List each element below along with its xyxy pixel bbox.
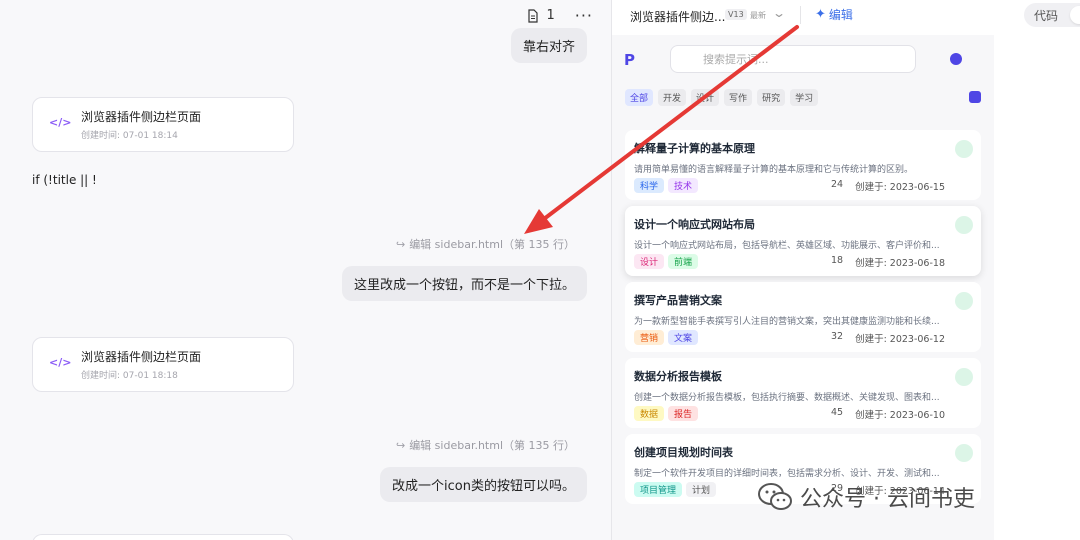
filter-chip[interactable]: 写作 bbox=[724, 89, 753, 106]
prompt-card[interactable]: 撰写产品营销文案 为一款新型智能手表撰写引人注目的营销文案，突出其健康监测功能和… bbox=[625, 282, 981, 352]
chat-panel: 1 ··· 靠右对齐 </> 浏览器插件侧边栏页面 创建时间: 07-01 18… bbox=[0, 0, 612, 540]
tag[interactable]: 前端 bbox=[668, 254, 699, 269]
category-filters: 全部 开发 设计 写作 研究 学习 bbox=[625, 89, 819, 106]
tag[interactable]: 数据 bbox=[634, 406, 665, 421]
prompt-title: 设计一个响应式网站布局 bbox=[634, 218, 755, 231]
document-icon bbox=[528, 8, 539, 23]
prompt-title: 数据分析报告模板 bbox=[634, 370, 722, 383]
favorite-icon[interactable] bbox=[955, 368, 973, 386]
edit-button-label: 编辑 bbox=[828, 8, 853, 22]
preview-content: P 搜索提示词... 全部 开发 设计 写作 研究 学习 解释量子计算的基本原理… bbox=[612, 35, 994, 540]
artifact-title: 浏览器插件侧边栏页面 bbox=[81, 350, 202, 364]
usage-count: 45 bbox=[830, 406, 844, 418]
user-avatar[interactable] bbox=[950, 53, 962, 65]
code-icon: </> bbox=[49, 115, 72, 129]
prompt-title: 撰写产品营销文案 bbox=[634, 294, 722, 307]
artifact-card-partial bbox=[32, 534, 294, 540]
preview-header: 浏览器插件侧边... V13 最新 ⌄ ✦ 编辑 代码 ​ bbox=[612, 0, 1080, 32]
tag[interactable]: 文案 bbox=[668, 330, 699, 345]
preview-margin bbox=[994, 35, 1080, 540]
favorite-icon[interactable] bbox=[955, 140, 973, 158]
edit-reference[interactable]: ↪ 编辑 sidebar.html（第 135 行） bbox=[396, 236, 575, 252]
divider bbox=[800, 6, 801, 24]
edit-reference-label: 编辑 sidebar.html（第 135 行） bbox=[409, 238, 575, 251]
prompt-title: 创建项目规划时间表 bbox=[634, 446, 733, 459]
app-logo: P bbox=[624, 51, 635, 69]
reply-arrow-icon: ↪ bbox=[395, 438, 406, 452]
prompt-title: 解释量子计算的基本原理 bbox=[634, 142, 755, 155]
filter-chip[interactable]: 全部 bbox=[625, 89, 654, 106]
code-tab[interactable]: 代码 bbox=[1034, 7, 1058, 24]
tag[interactable]: 营销 bbox=[634, 330, 665, 345]
preview-tab[interactable]: ​ bbox=[1070, 6, 1080, 24]
prompt-description: 设计一个响应式网站布局，包括导航栏、英雄区域、功能展示、客户评价和... bbox=[634, 241, 940, 251]
prompt-card[interactable]: 数据分析报告模板 创建一个数据分析报告模板，包括执行摘要、数据概述、关键发现、图… bbox=[625, 358, 981, 428]
prompt-card[interactable]: 设计一个响应式网站布局 设计一个响应式网站布局，包括导航栏、英雄区域、功能展示、… bbox=[625, 206, 981, 276]
edit-button[interactable]: ✦ 编辑 bbox=[815, 6, 853, 23]
code-icon: </> bbox=[49, 355, 72, 369]
preview-panel: 浏览器插件侧边... V13 最新 ⌄ ✦ 编辑 代码 ​ P 搜索提示词...… bbox=[612, 0, 1080, 540]
created-date: 创建于: 2023-06-10 bbox=[855, 409, 945, 421]
favorite-icon[interactable] bbox=[955, 444, 973, 462]
tag[interactable]: 科学 bbox=[634, 178, 665, 193]
edit-reference[interactable]: ↪ 编辑 sidebar.html（第 135 行） bbox=[396, 437, 575, 453]
user-message: 靠右对齐 bbox=[510, 28, 587, 63]
wechat-icon bbox=[758, 483, 792, 510]
usage-count: 18 bbox=[830, 254, 844, 266]
favorite-icon[interactable] bbox=[955, 292, 973, 310]
document-count-button[interactable]: 1 bbox=[526, 8, 555, 23]
created-date: 创建于: 2023-06-15 bbox=[855, 181, 945, 193]
search-input[interactable]: 搜索提示词... bbox=[670, 45, 916, 73]
document-count: 1 bbox=[546, 8, 555, 23]
watermark: 公众号 · 云间书吏 bbox=[758, 481, 975, 513]
artifact-time: 创建时间: 07-01 18:18 bbox=[81, 371, 178, 381]
reply-arrow-icon: ↪ bbox=[395, 237, 406, 251]
chat-toolbar: 1 ··· bbox=[526, 6, 593, 25]
tag[interactable]: 项目管理 bbox=[634, 482, 683, 497]
version-badge: V13 bbox=[725, 9, 747, 20]
created-date: 创建于: 2023-06-12 bbox=[855, 333, 945, 345]
tag[interactable]: 报告 bbox=[668, 406, 699, 421]
artifact-time: 创建时间: 07-01 18:14 bbox=[81, 131, 178, 141]
latest-label: 最新 bbox=[750, 11, 766, 20]
prompt-description: 制定一个软件开发项目的详细时间表，包括需求分析、设计、开发、测试和... bbox=[634, 469, 940, 479]
artifact-title: 浏览器插件侧边栏页面 bbox=[81, 110, 202, 124]
filter-chip[interactable]: 学习 bbox=[790, 89, 819, 106]
filter-chip[interactable]: 设计 bbox=[691, 89, 720, 106]
user-message: 改成一个icon类的按钮可以吗。 bbox=[380, 467, 587, 502]
filter-chip[interactable]: 研究 bbox=[757, 89, 786, 106]
usage-count: 24 bbox=[830, 178, 844, 190]
watermark-text: 公众号 · 云间书吏 bbox=[800, 487, 975, 512]
filter-chip[interactable]: 开发 bbox=[658, 89, 687, 106]
add-prompt-button[interactable] bbox=[969, 91, 981, 103]
artifact-name: 浏览器插件侧边... bbox=[630, 10, 726, 24]
prompt-description: 创建一个数据分析报告模板，包括执行摘要、数据概述、关键发现、图表和... bbox=[634, 393, 940, 403]
artifact-card[interactable]: </> 浏览器插件侧边栏页面 创建时间: 07-01 18:18 bbox=[32, 337, 294, 392]
prompt-card[interactable]: 解释量子计算的基本原理 请用简单易懂的语言解释量子计算的基本原理和它与传统计算的… bbox=[625, 130, 981, 200]
chevron-down-icon[interactable]: ⌄ bbox=[772, 6, 786, 20]
artifact-card[interactable]: </> 浏览器插件侧边栏页面 创建时间: 07-01 18:14 bbox=[32, 97, 294, 152]
more-options-icon[interactable]: ··· bbox=[575, 6, 593, 25]
prompt-description: 请用简单易懂的语言解释量子计算的基本原理和它与传统计算的区别。 bbox=[634, 165, 914, 175]
created-date: 创建于: 2023-06-18 bbox=[855, 257, 945, 269]
tag[interactable]: 设计 bbox=[634, 254, 665, 269]
view-toggle[interactable]: 代码 ​ bbox=[1024, 3, 1080, 27]
usage-count: 32 bbox=[830, 330, 844, 342]
tag[interactable]: 计划 bbox=[686, 482, 717, 497]
favorite-icon[interactable] bbox=[955, 216, 973, 234]
assistant-text: if (!title || ! bbox=[32, 173, 97, 187]
sparkle-icon: ✦ bbox=[815, 7, 826, 22]
tag[interactable]: 技术 bbox=[668, 178, 699, 193]
prompt-description: 为一款新型智能手表撰写引人注目的营销文案，突出其健康监测功能和长续... bbox=[634, 317, 940, 327]
edit-reference-label: 编辑 sidebar.html（第 135 行） bbox=[409, 439, 575, 452]
user-message: 这里改成一个按钮，而不是一个下拉。 bbox=[341, 266, 587, 301]
